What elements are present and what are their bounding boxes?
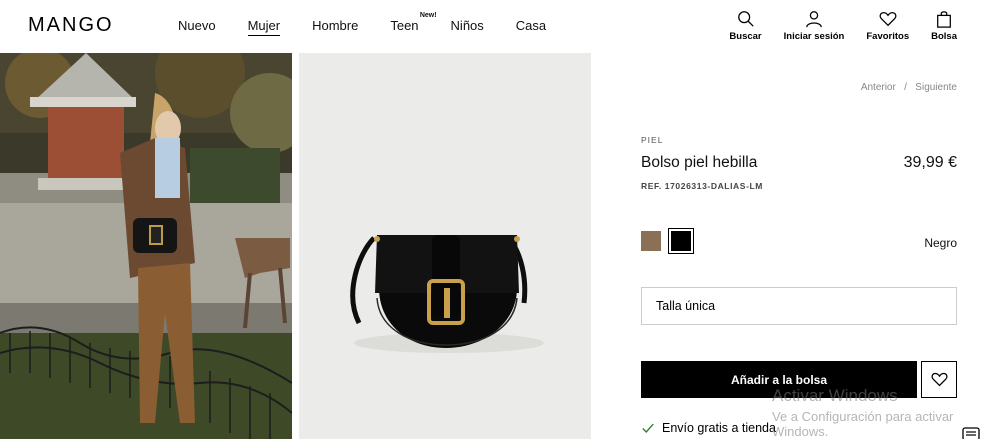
bag-button[interactable]: Bolsa [931,10,957,42]
nav-label: Mujer [247,18,281,33]
product-photo-model[interactable] [0,53,292,439]
color-swatches [641,228,701,254]
user-icon [806,11,822,28]
model-photo-illustration [0,53,292,439]
nav-label: Niños [450,18,484,33]
selected-color-name: Negro [924,236,957,250]
favorites-button[interactable]: Favoritos [866,10,909,42]
favorites-label: Favoritos [866,31,910,42]
add-to-favorites-button[interactable] [921,361,957,398]
prev-link[interactable]: Anterior [861,82,896,93]
nav-item-casa[interactable]: Casa [516,18,546,36]
product-material: PIEL [641,135,664,145]
size-selector[interactable]: Talla única [641,287,957,325]
nav-label: Hombre [312,18,359,33]
product-price: 39,99 € [903,154,957,171]
nav-item-ninos[interactable]: Niños [451,18,484,36]
nav-label: Nuevo [178,18,216,33]
mango-logo[interactable]: MANGO [28,14,114,37]
new-badge: New! [419,12,437,19]
site-header: MANGO Nuevo Mujer Hombre Teen New! Niños … [0,0,987,53]
check-icon [642,423,654,433]
main-nav: Nuevo Mujer Hombre Teen New! Niños Casa [178,12,578,36]
search-icon [737,11,754,27]
pager-separator-2 [907,82,913,93]
color-swatch-brown[interactable] [641,231,661,251]
bag-photo-illustration [299,53,591,439]
search-label: Buscar [729,31,762,42]
color-swatch-black[interactable] [668,228,694,254]
nav-item-teen[interactable]: Teen New! [390,12,436,36]
product-details: Anterior / Siguiente PIEL Bolso piel heb… [641,53,957,439]
nav-item-nuevo[interactable]: Nuevo [178,18,216,36]
shipping-info: Envío gratis a tienda [641,421,776,435]
nav-item-hombre[interactable]: Hombre [312,18,358,36]
bag-label: Bolsa [931,31,957,42]
size-value: Talla única [656,299,716,313]
nav-item-mujer[interactable]: Mujer [247,18,281,36]
heart-icon [930,372,948,387]
product-photo-bag[interactable] [299,53,591,439]
login-button[interactable]: Iniciar sesión [783,10,845,42]
search-button[interactable]: Buscar [729,10,762,42]
product-reference: REF. 17026313-DALIAS-LM [641,181,763,191]
next-link[interactable]: Siguiente [915,82,957,93]
shipping-text: Envío gratis a tienda [662,421,776,435]
add-to-bag-label: Añadir a la bolsa [730,372,828,387]
chat-icon[interactable] [962,427,980,439]
add-to-bag-button[interactable]: Añadir a la bolsa [641,361,917,398]
nav-label: Teen [390,18,419,33]
nav-label: Casa [515,18,547,33]
heart-icon [879,12,897,27]
header-actions: Buscar Iniciar sesión Favoritos Bolsa [707,10,957,42]
product-pager: Anterior / Siguiente [861,82,957,93]
login-label: Iniciar sesión [783,31,845,42]
product-title: Bolso piel hebilla [641,154,758,171]
bag-icon [937,11,951,28]
